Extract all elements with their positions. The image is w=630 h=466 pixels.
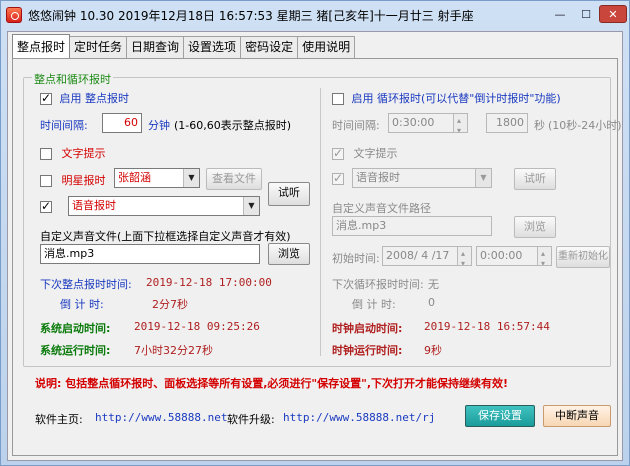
group-title: 整点和循环报时 <box>32 71 113 87</box>
clock-run-value: 9秒 <box>424 344 442 357</box>
init-date-value: 2008/ 4 /17 <box>386 249 450 262</box>
loop-interval-time-value: 0:30:00 <box>392 116 435 129</box>
loop-interval-seconds-input[interactable]: 1800 <box>486 113 528 133</box>
enable-loop-label: 启用 循环报时(可以代替"倒计时报时"功能) <box>351 92 561 105</box>
enable-loop-row[interactable]: 启用 循环报时(可以代替"倒计时报时"功能) <box>332 90 561 106</box>
celebrity-checkbox[interactable] <box>40 175 52 187</box>
spin-icon[interactable] <box>537 247 551 265</box>
tab-password[interactable]: 密码设定 <box>240 36 299 58</box>
alarm-clock-icon <box>6 7 22 23</box>
loop-voice-select[interactable]: 语音报时 ▼ <box>352 168 492 188</box>
upgrade-link[interactable]: http://www.58888.net/rj <box>283 411 435 424</box>
voice-select-value: 语音报时 <box>72 199 116 212</box>
text-prompt-checkbox[interactable] <box>40 148 52 160</box>
tab-help[interactable]: 使用说明 <box>297 36 356 58</box>
celebrity-select[interactable]: 张韶涵 ▼ <box>114 168 200 188</box>
celebrity-row[interactable]: 明星报时 <box>40 172 106 188</box>
enable-hourly-label: 启用 整点报时 <box>59 92 130 105</box>
client-area: 整点报时 定时任务 日期查询 设置选项 密码设定 使用说明 整点和循环报时 启用… <box>7 31 623 461</box>
spin-icon[interactable] <box>457 247 471 265</box>
countdown-label: 倒 计 时: <box>60 298 104 311</box>
spin-icon[interactable] <box>453 114 467 132</box>
loop-listen-button[interactable]: 试听 <box>514 168 556 190</box>
interval-label: 时间间隔: <box>40 119 88 132</box>
column-divider <box>320 88 321 356</box>
custom-file-label: 自定义声音文件(上面下拉框选择自定义声音才有效) <box>40 230 291 243</box>
upgrade-label: 软件升级: <box>227 413 275 426</box>
app-window: 悠悠闹钟 10.30 2019年12月18日 16:57:53 星期三 猪[己亥… <box>0 0 630 466</box>
home-label: 软件主页: <box>35 413 83 426</box>
save-note: 说明: 包括整点循环报时、面板选择等所有设置,必须进行"保存设置",下次打开才能… <box>35 377 509 390</box>
close-button[interactable]: ✕ <box>599 5 627 23</box>
title-bar[interactable]: 悠悠闹钟 10.30 2019年12月18日 16:57:53 星期三 猪[己亥… <box>1 1 629 29</box>
clock-run-label: 时钟运行时间: <box>332 344 403 357</box>
voice-checkbox[interactable] <box>40 199 52 213</box>
next-loop-value: 无 <box>428 278 439 291</box>
window-title: 悠悠闹钟 10.30 2019年12月18日 16:57:53 星期三 猪[己亥… <box>28 9 474 23</box>
maximize-button[interactable]: ☐ <box>573 5 599 23</box>
enable-hourly-checkbox[interactable] <box>40 91 52 105</box>
clock-start-label: 时钟启动时间: <box>332 322 403 335</box>
loop-custom-path-label: 自定义声音文件路径 <box>332 202 431 215</box>
next-hourly-label: 下次整点报时时间: <box>40 278 132 291</box>
home-link[interactable]: http://www.58888.net <box>95 411 227 424</box>
loop-text-prompt-row[interactable]: 文字提示 <box>332 145 398 161</box>
listen-button[interactable]: 试听 <box>268 182 310 206</box>
voice-row[interactable] <box>40 199 52 213</box>
tab-hourly-chime[interactable]: 整点报时 <box>12 34 71 58</box>
sys-start-label: 系统启动时间: <box>40 322 111 335</box>
next-loop-label: 下次循环报时时间: <box>332 278 424 291</box>
loop-interval-unit: 秒 <box>534 119 545 132</box>
chevron-down-icon[interactable]: ▼ <box>183 169 199 187</box>
init-date-input[interactable]: 2008/ 4 /17 <box>382 246 472 266</box>
loop-voice-row[interactable] <box>332 171 344 185</box>
loop-countdown-value: 0 <box>428 296 435 309</box>
interval-input[interactable]: 60 <box>102 113 142 133</box>
tab-settings[interactable]: 设置选项 <box>183 36 242 58</box>
voice-select[interactable]: 语音报时 ▼ <box>68 196 260 216</box>
loop-custom-path-input[interactable]: 消息.mp3 <box>332 216 492 236</box>
init-time-input[interactable]: 0:00:00 <box>476 246 552 266</box>
celebrity-select-value: 张韶涵 <box>118 171 151 184</box>
loop-interval-time-input[interactable]: 0:30:00 <box>388 113 468 133</box>
celebrity-label: 明星报时 <box>61 174 106 187</box>
countdown-value: 2分7秒 <box>152 298 188 311</box>
text-prompt-label: 文字提示 <box>61 147 106 160</box>
sys-run-value: 7小时32分27秒 <box>134 344 213 357</box>
loop-browse-button[interactable]: 浏览 <box>514 216 556 238</box>
tab-date-query[interactable]: 日期查询 <box>126 36 185 58</box>
loop-voice-select-value: 语音报时 <box>356 171 400 184</box>
loop-text-prompt-label: 文字提示 <box>353 147 398 160</box>
chime-group: 整点和循环报时 启用 整点报时 时间间隔: 60 分钟 (1-60,60表示整点… <box>23 71 622 367</box>
loop-interval-label: 时间间隔: <box>332 119 380 132</box>
tab-scheduled-tasks[interactable]: 定时任务 <box>69 36 128 58</box>
loop-voice-checkbox[interactable] <box>332 171 344 185</box>
browse-button[interactable]: 浏览 <box>268 243 310 265</box>
interval-hint: (1-60,60表示整点报时) <box>174 119 292 132</box>
chevron-down-icon[interactable]: ▼ <box>475 169 491 187</box>
tab-strip: 整点报时 定时任务 日期查询 设置选项 密码设定 使用说明 <box>12 34 356 58</box>
minimize-button[interactable]: — <box>547 5 573 23</box>
text-prompt-row[interactable]: 文字提示 <box>40 145 106 161</box>
sys-run-label: 系统运行时间: <box>40 344 111 357</box>
enable-loop-checkbox[interactable] <box>332 93 344 105</box>
init-time-label: 初始时间: <box>332 252 380 265</box>
tab-panel: 整点和循环报时 启用 整点报时 时间间隔: 60 分钟 (1-60,60表示整点… <box>12 58 622 456</box>
init-time-value: 0:00:00 <box>480 249 523 262</box>
sys-start-value: 2019-12-18 09:25:26 <box>134 320 260 333</box>
reinit-button[interactable]: 重新初始化 <box>556 246 610 268</box>
loop-countdown-label: 倒 计 时: <box>352 298 396 311</box>
loop-text-prompt-checkbox[interactable] <box>332 146 344 160</box>
custom-file-input[interactable]: 消息.mp3 <box>40 244 260 264</box>
loop-interval-hint: (10秒-24小时) <box>548 119 622 132</box>
stop-sound-button[interactable]: 中断声音 <box>543 405 611 427</box>
save-settings-button[interactable]: 保存设置 <box>465 405 535 427</box>
view-file-button[interactable]: 查看文件 <box>206 168 262 190</box>
next-hourly-value: 2019-12-18 17:00:00 <box>146 276 272 289</box>
enable-hourly-row[interactable]: 启用 整点报时 <box>40 90 129 106</box>
interval-unit: 分钟 <box>148 119 170 132</box>
clock-start-value: 2019-12-18 16:57:44 <box>424 320 550 333</box>
chevron-down-icon[interactable]: ▼ <box>243 197 259 215</box>
